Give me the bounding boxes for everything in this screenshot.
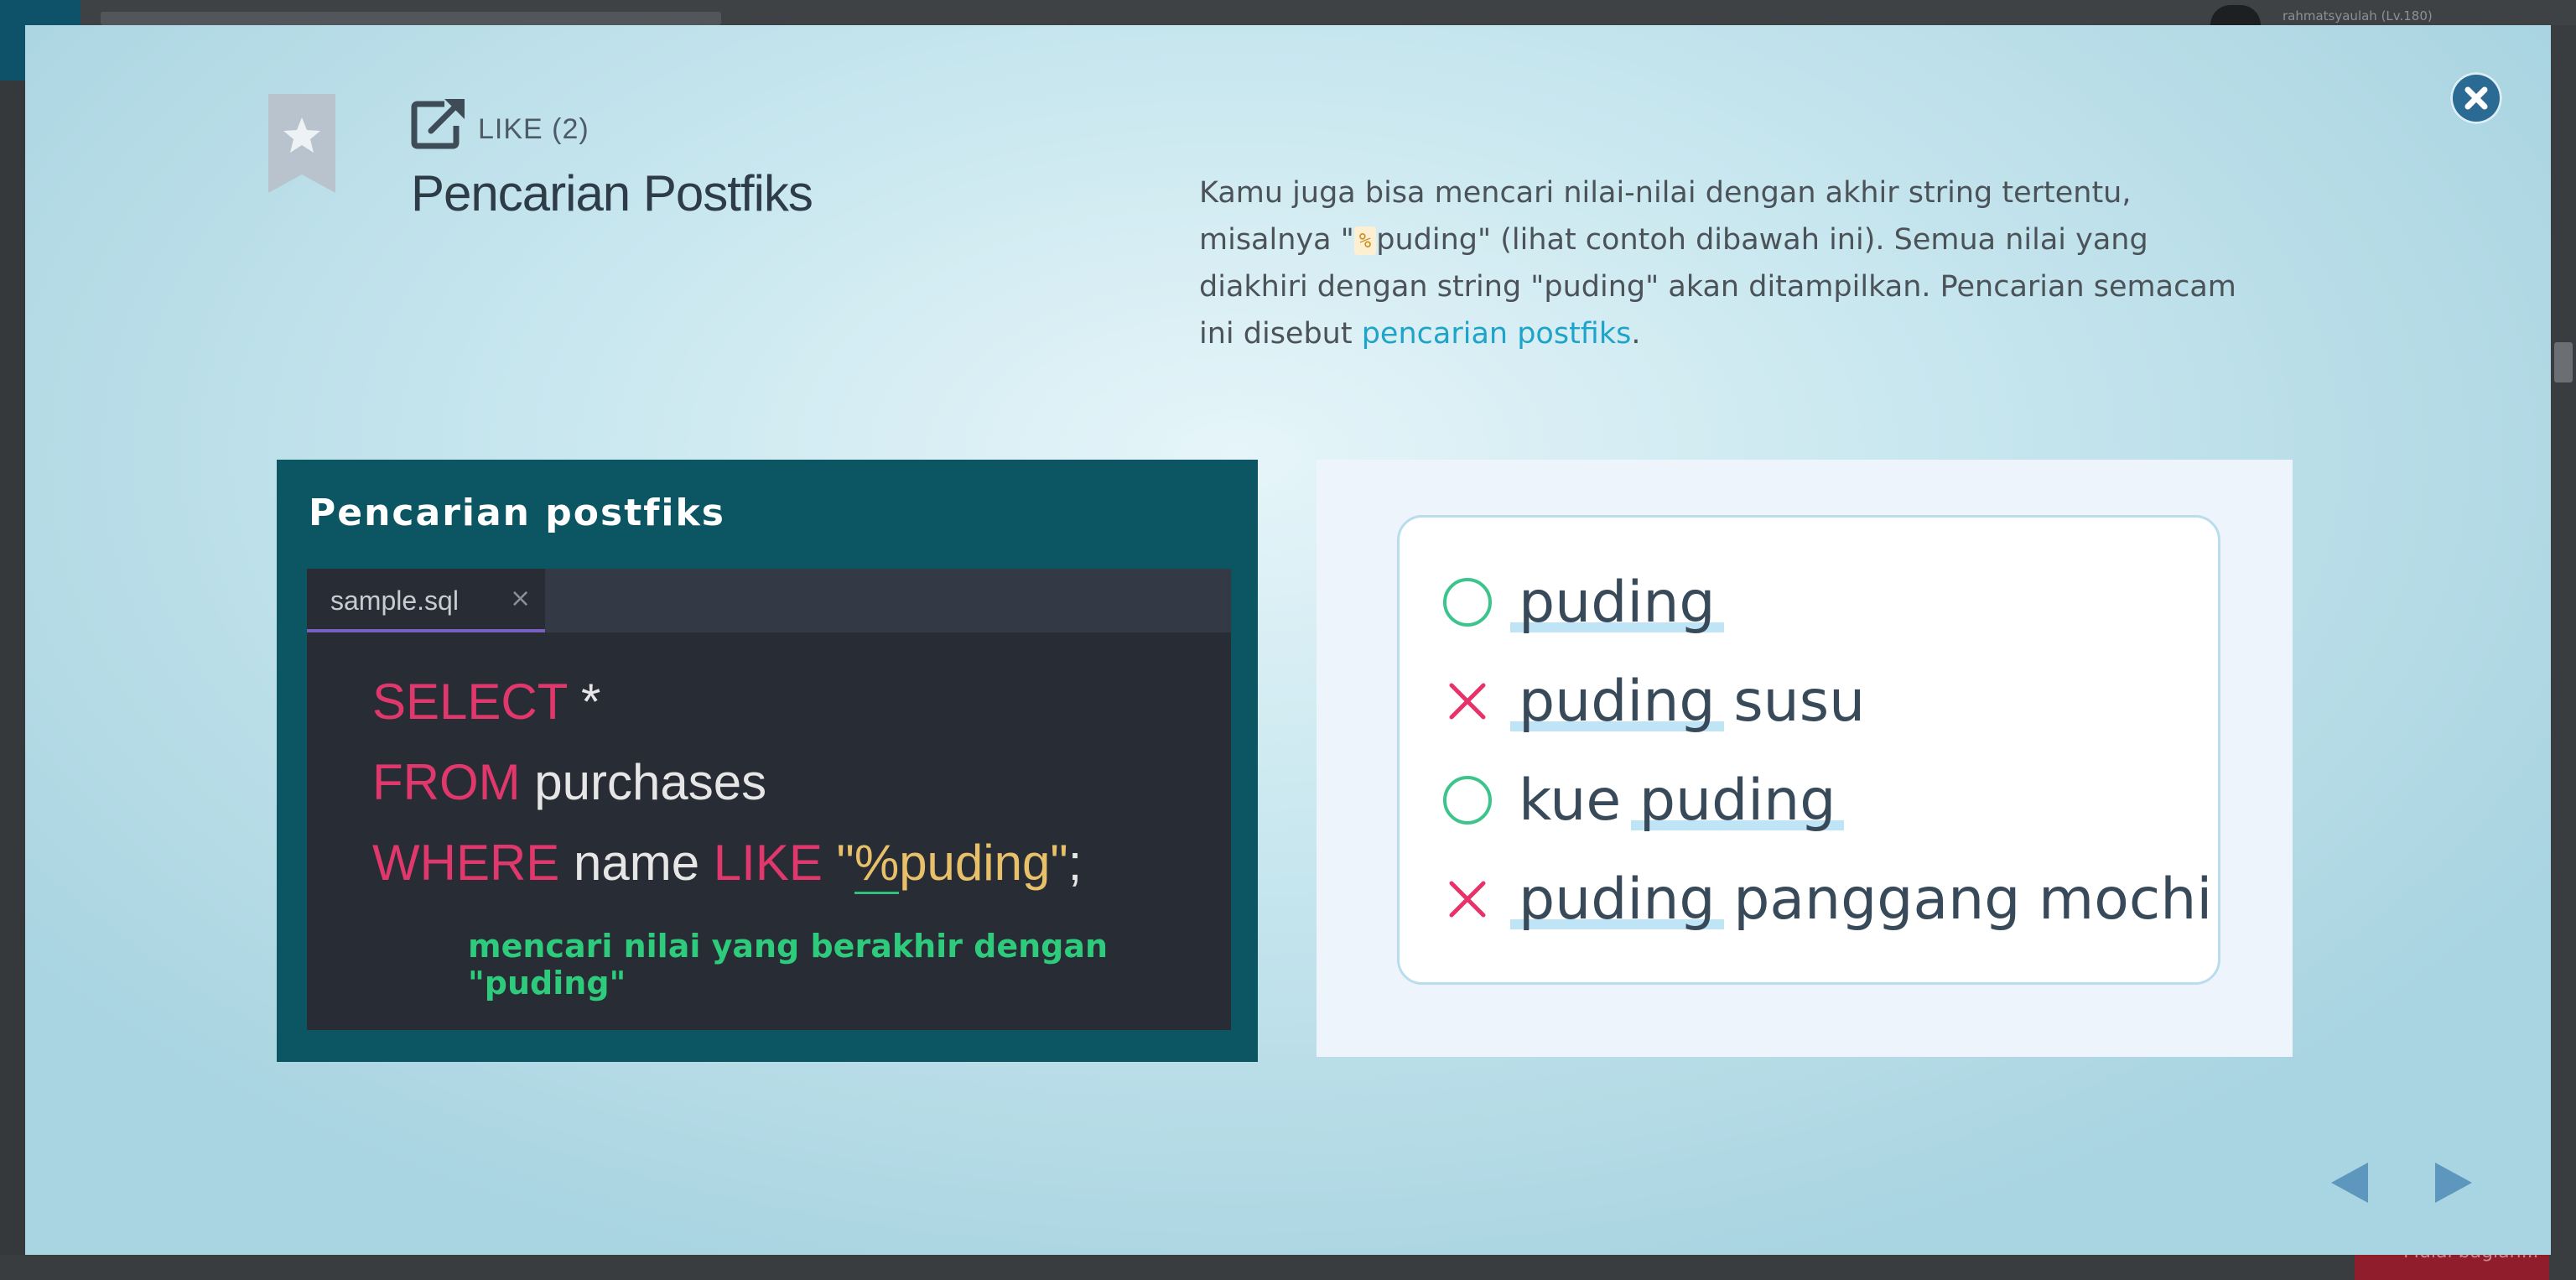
- result-text: puding susu: [1510, 668, 1866, 735]
- description-text: Kamu juga bisa mencari nilai-nilai denga…: [1199, 169, 2256, 357]
- code-slide-title: Pencarian postfiks: [309, 492, 725, 534]
- result-card: puding puding susu kue puding puding pan…: [1397, 515, 2220, 985]
- circle-check-icon: [1443, 776, 1492, 825]
- highlight-puding: puding: [1510, 569, 1724, 636]
- result-rest: panggang mochi: [1715, 866, 2213, 933]
- slide-modal: LIKE (2) Pencarian Postfiks Kamu juga bi…: [25, 25, 2551, 1255]
- page-title: Pencarian Postfiks: [411, 165, 813, 221]
- like-row[interactable]: LIKE (2): [411, 91, 813, 149]
- background-right-scrollbar: [2551, 25, 2576, 1258]
- code-editor: sample.sql × SELECT * FROM purchases WHE…: [307, 569, 1231, 1030]
- statement-terminator: ;: [1067, 835, 1083, 891]
- background-bottom-bar: [0, 1255, 2576, 1280]
- result-row: puding panggang mochi: [1443, 866, 2212, 933]
- result-rest: susu: [1715, 668, 1866, 735]
- code-example-slide: Pencarian postfiks sample.sql × SELECT *…: [277, 460, 1258, 1062]
- background-search-bar: [101, 12, 721, 25]
- editor-tab-sample-sql[interactable]: sample.sql ×: [307, 569, 545, 632]
- string-literal: puding": [899, 835, 1068, 891]
- result-row: puding susu: [1443, 668, 1865, 735]
- close-x-icon: [2464, 86, 2488, 110]
- code-line-2-rest: purchases: [520, 754, 767, 810]
- code-line-1-rest: *: [567, 674, 601, 730]
- keyword-select: SELECT: [372, 674, 568, 730]
- keyword-where: WHERE: [372, 835, 560, 891]
- external-link-icon[interactable]: [411, 97, 470, 149]
- result-row: kue puding: [1443, 767, 1845, 834]
- result-text: puding: [1510, 569, 1724, 636]
- tab-close-icon[interactable]: ×: [510, 584, 531, 613]
- background-username: rahmatsyaulah (Lv.180): [2283, 8, 2433, 23]
- wildcard-percent: %: [854, 835, 900, 891]
- result-text: kue puding: [1519, 767, 1845, 834]
- triangle-left-icon[interactable]: [2328, 1159, 2371, 1206]
- cross-icon: [1449, 881, 1486, 918]
- code-annotation: mencari nilai yang berakhir dengan "pudi…: [468, 928, 1109, 1002]
- triangle-right-icon[interactable]: [2432, 1159, 2475, 1206]
- close-button[interactable]: [2450, 72, 2502, 124]
- code-line-2: FROM purchases: [372, 753, 766, 811]
- result-prefix: kue: [1519, 767, 1639, 834]
- like-count-label[interactable]: LIKE (2): [478, 113, 589, 146]
- code-line-3: WHERE name LIKE "%puding";: [372, 834, 1082, 892]
- circle-check-icon: [1443, 578, 1492, 627]
- code-line-1: SELECT *: [372, 673, 600, 731]
- inline-code: %: [1353, 226, 1377, 255]
- slide-header: LIKE (2) Pencarian Postfiks: [411, 91, 813, 222]
- editor-tab-label: sample.sql: [330, 585, 459, 616]
- result-example-slide: puding puding susu kue puding puding pan…: [1317, 460, 2293, 1057]
- cross-icon: [1449, 683, 1486, 720]
- background-left-sidebar: [0, 81, 25, 1255]
- description-end: .: [1631, 317, 1641, 351]
- keyword-from: FROM: [372, 754, 521, 810]
- result-row: puding: [1443, 569, 1724, 636]
- highlight-puding: puding: [1630, 767, 1845, 834]
- highlight-puding: puding: [1510, 668, 1724, 735]
- code-line-3-mid: name: [559, 835, 714, 891]
- bookmark-star-icon[interactable]: [267, 94, 337, 195]
- postfix-search-link[interactable]: pencarian postfiks: [1362, 317, 1632, 351]
- string-quote-open: ": [822, 835, 854, 891]
- editor-tab-bar: sample.sql ×: [307, 569, 1231, 632]
- keyword-like: LIKE: [713, 835, 823, 891]
- result-text: puding panggang mochi: [1510, 866, 2213, 933]
- background-scroll-thumb: [2554, 342, 2573, 382]
- highlight-puding: puding: [1510, 866, 1724, 933]
